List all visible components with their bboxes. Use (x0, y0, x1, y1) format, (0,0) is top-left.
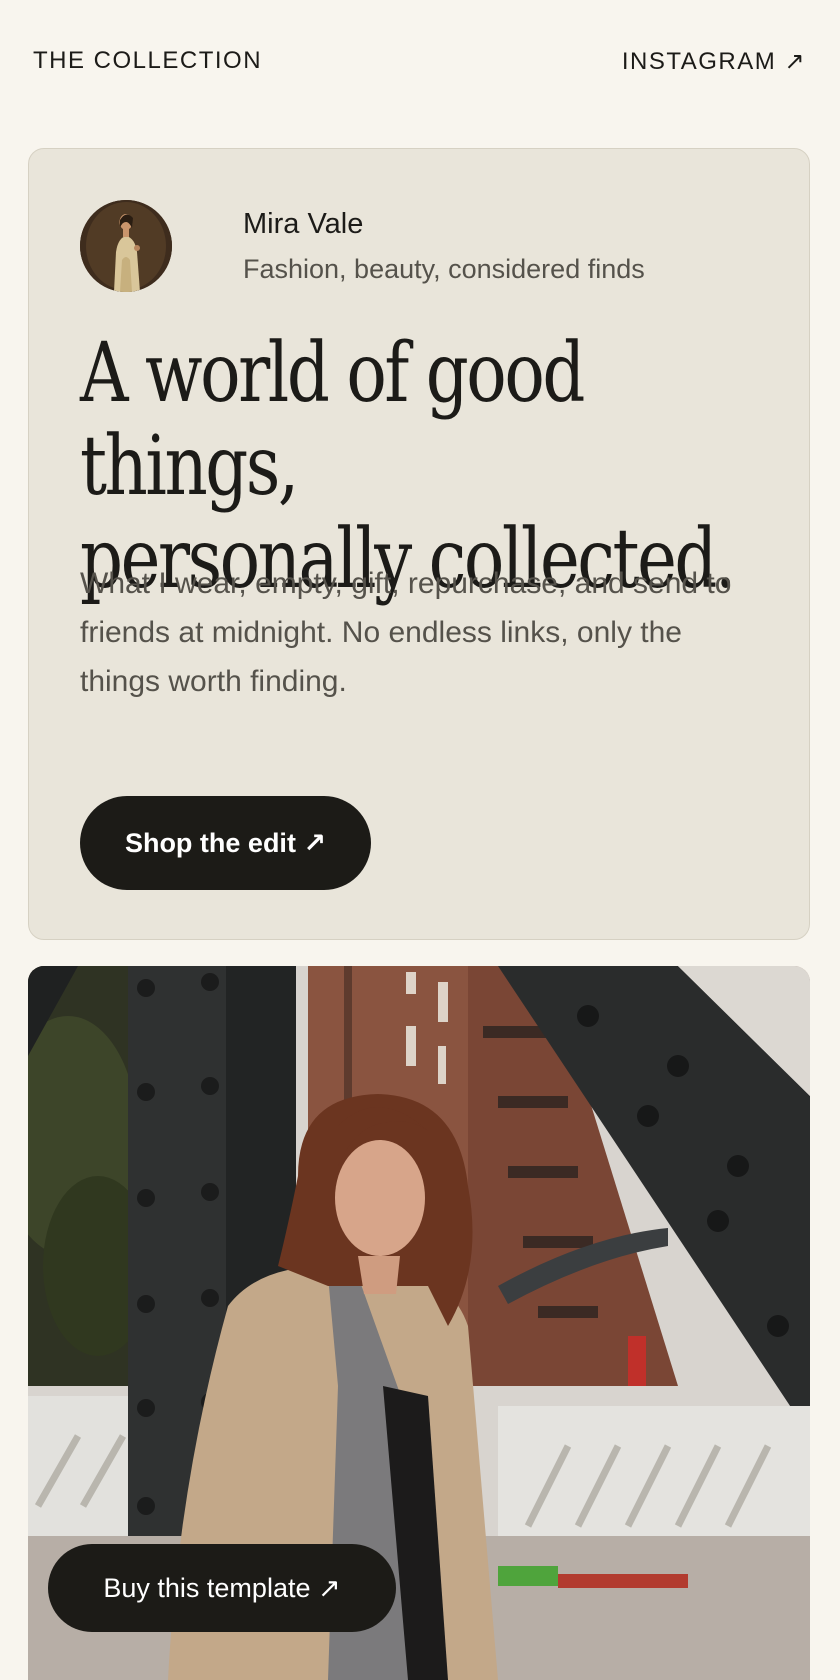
top-nav: THE COLLECTION INSTAGRAM ↗ (0, 0, 840, 124)
profile-name: Mira Vale (243, 208, 364, 240)
hero-card: Mira Vale Fashion, beauty, considered fi… (28, 148, 810, 940)
buy-template-button[interactable]: Buy this template ↗ (48, 1544, 396, 1632)
shop-the-edit-button[interactable]: Shop the edit ↗ (80, 796, 371, 890)
avatar-portrait-image (80, 200, 172, 292)
profile-tagline: Fashion, beauty, considered finds (243, 254, 645, 284)
headline-line-1: A world of good things, (80, 326, 585, 514)
brand-wordmark[interactable]: THE COLLECTION (33, 47, 262, 75)
avatar (80, 200, 172, 292)
hero-intro: What I wear, empty, gift, repurchase, an… (80, 567, 732, 698)
profile-header: Mira Vale Fashion, beauty, considered fi… (80, 200, 700, 292)
instagram-link[interactable]: INSTAGRAM ↗ (622, 47, 806, 76)
